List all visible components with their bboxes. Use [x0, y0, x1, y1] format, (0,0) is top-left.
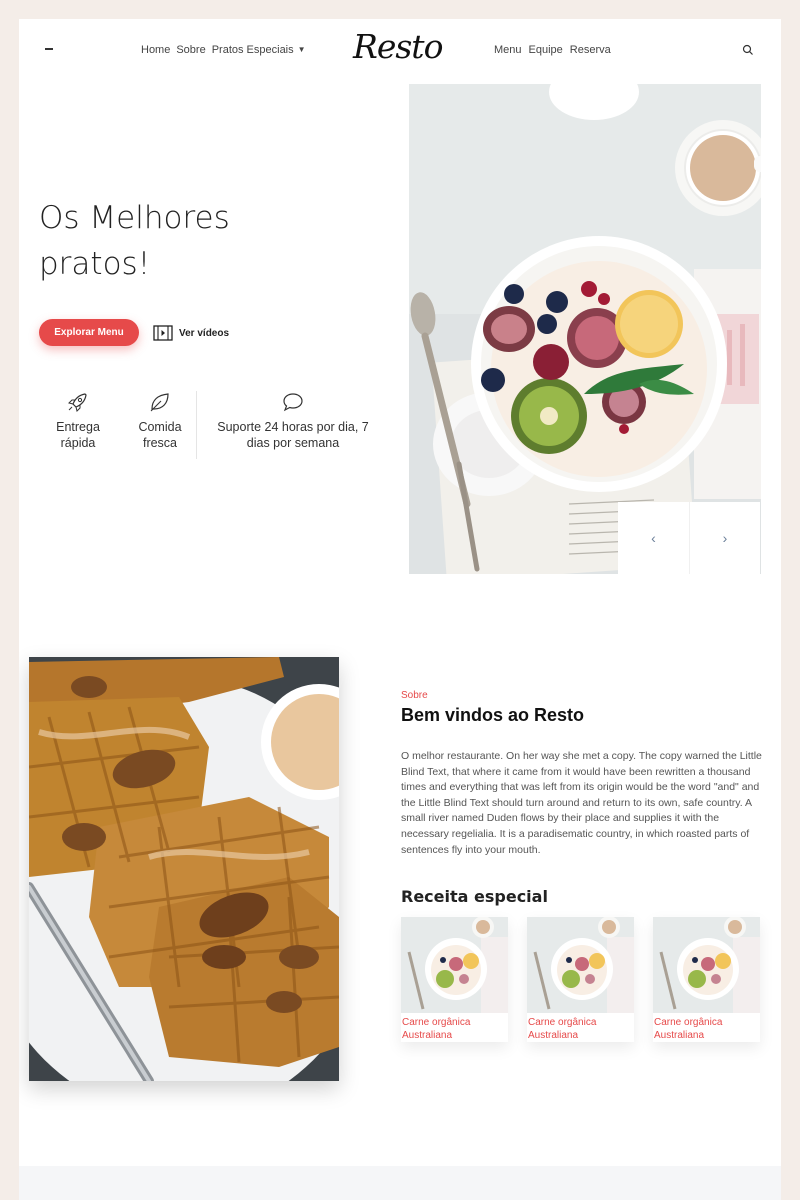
- nav-item-reserva[interactable]: Reserva: [570, 44, 611, 56]
- feature-label-line2: rápida: [60, 436, 96, 450]
- feature-divider: [196, 391, 197, 459]
- recipe-name-line1: Carne orgânica: [402, 1017, 471, 1028]
- nav-item-menu[interactable]: Menu: [494, 44, 522, 56]
- explore-menu-button[interactable]: Explorar Menu: [39, 319, 139, 346]
- recipe-name-line2: Australiana: [654, 1029, 705, 1041]
- feature-label-line1: Suporte 24 horas por dia, 7: [217, 420, 369, 434]
- recipe-name-line1: Carne orgânica: [654, 1017, 723, 1028]
- about-image: [29, 657, 339, 1081]
- recipe-image: [527, 917, 634, 1013]
- film-icon: [153, 325, 173, 341]
- hero-title-line1: Os Melhores: [39, 200, 230, 236]
- page: Home Sobre Pratos Especiais ▼ Resto Menu …: [19, 19, 781, 1200]
- leaf-icon: [150, 393, 169, 412]
- feature-label-line1: Entrega: [56, 420, 100, 434]
- hero-title: Os Melhores pratos!: [39, 195, 299, 287]
- nav-item-label: Pratos Especiais: [211, 44, 294, 56]
- slider-prev-button[interactable]: ‹: [618, 502, 689, 574]
- nav-item-home[interactable]: Home: [141, 44, 170, 56]
- caret-down-icon: ▼: [297, 45, 306, 54]
- footer-band: [19, 1166, 781, 1200]
- recipe-name-line2: Australiana: [402, 1029, 453, 1041]
- feature-fresh-food: Comida fresca: [134, 391, 186, 451]
- about-text: O melhor restaurante. On her way she met…: [401, 750, 762, 856]
- hero-food-illustration: [409, 84, 761, 574]
- logo[interactable]: Resto: [353, 27, 443, 66]
- recipe-name-line2: Australiana: [528, 1029, 579, 1041]
- recipe-card[interactable]: Carne orgânica Australiana: [401, 917, 508, 1042]
- rocket-icon: [68, 393, 87, 412]
- nav-item-pratos-especiais[interactable]: Pratos Especiais ▼: [212, 44, 306, 56]
- search-icon[interactable]: [742, 44, 754, 56]
- hero-image: [409, 84, 761, 574]
- recipe-name-line1: Carne orgânica: [528, 1017, 597, 1028]
- slider-next-button[interactable]: ›: [689, 502, 760, 574]
- nav-left: Home Sobre Pratos Especiais ▼: [141, 44, 306, 56]
- recipe-name: Carne orgânica Australiana: [527, 1013, 634, 1042]
- feature-label-line2: fresca: [142, 436, 178, 450]
- recipe-name: Carne orgânica Australiana: [401, 1013, 508, 1042]
- waffle-illustration: [29, 657, 339, 1081]
- nav-item-sobre[interactable]: Sobre: [176, 44, 205, 56]
- recipe-image: [653, 917, 760, 1013]
- recipe-image: [401, 917, 508, 1013]
- recipe-card[interactable]: Carne orgânica Australiana: [653, 917, 760, 1042]
- hero-title-line2: pratos!: [39, 246, 151, 282]
- feature-label-line2: dias por semana: [246, 436, 340, 450]
- about-subtitle: Sobre: [401, 690, 428, 701]
- slider-controls: ‹ ›: [618, 502, 761, 574]
- about-title: Bem vindos ao Resto: [401, 705, 585, 725]
- recipe-card[interactable]: Carne orgânica Australiana: [527, 917, 634, 1042]
- nav-item-equipe[interactable]: Equipe: [529, 44, 563, 56]
- recipe-name: Carne orgânica Australiana: [653, 1013, 760, 1042]
- chat-bubble-icon: [283, 393, 303, 412]
- feature-support: Suporte 24 horas por dia, 7 dias por sem…: [207, 391, 379, 451]
- features: Entrega rápida Comida fresca Suporte 24 …: [39, 391, 379, 461]
- feature-fast-delivery: Entrega rápida: [53, 391, 103, 451]
- menu-icon[interactable]: [45, 48, 53, 50]
- video-link[interactable]: Ver vídeos: [153, 325, 229, 341]
- recipe-heading: Receita especial: [401, 887, 548, 906]
- nav-right: Menu Equipe Reserva: [494, 44, 611, 56]
- feature-label-line1: Comida: [138, 420, 182, 434]
- video-label: Ver vídeos: [179, 327, 230, 339]
